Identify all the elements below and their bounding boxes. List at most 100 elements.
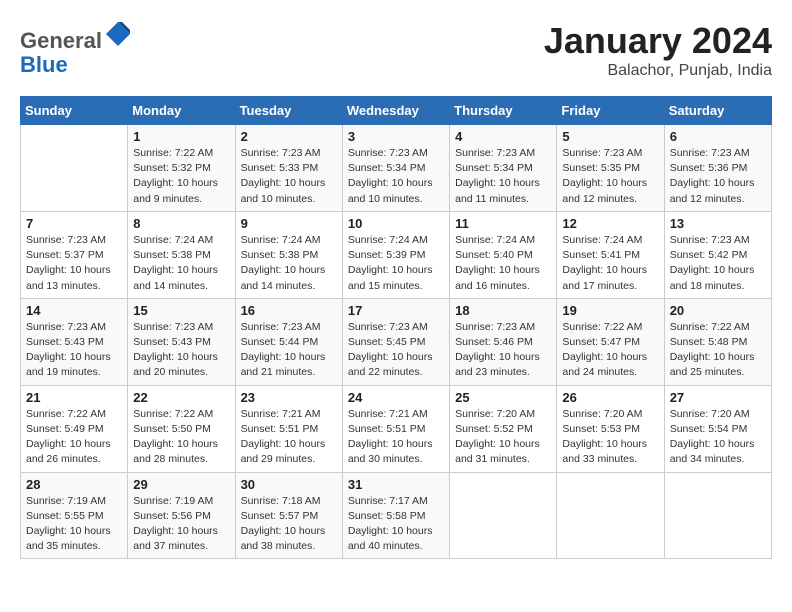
day-info: Sunrise: 7:23 AM Sunset: 5:45 PM Dayligh… <box>348 320 444 381</box>
day-of-week-header: Sunday <box>21 97 128 125</box>
day-number: 15 <box>133 303 229 318</box>
day-number: 6 <box>670 129 766 144</box>
calendar-cell: 12 Sunrise: 7:24 AM Sunset: 5:41 PM Dayli… <box>557 211 664 298</box>
calendar-table: SundayMondayTuesdayWednesdayThursdayFrid… <box>20 96 772 559</box>
calendar-cell: 3Sunrise: 7:23 AM Sunset: 5:34 PM Daylig… <box>342 125 449 212</box>
day-of-week-header: Saturday <box>664 97 771 125</box>
day-number: 23 <box>241 390 337 405</box>
day-info: Sunrise: 7:21 AM Sunset: 5:51 PM Dayligh… <box>348 407 444 468</box>
calendar-cell: 23 Sunrise: 7:21 AM Sunset: 5:51 PM Dayli… <box>235 385 342 472</box>
day-number: 19 <box>562 303 658 318</box>
calendar-cell: 16 Sunrise: 7:23 AM Sunset: 5:44 PM Dayli… <box>235 298 342 385</box>
day-info: Sunrise: 7:22 AM Sunset: 5:47 PM Dayligh… <box>562 320 658 381</box>
day-info: Sunrise: 7:17 AM Sunset: 5:58 PM Dayligh… <box>348 494 444 555</box>
day-number: 9 <box>241 216 337 231</box>
day-number: 28 <box>26 477 122 492</box>
day-number: 30 <box>241 477 337 492</box>
calendar-cell: 28 Sunrise: 7:19 AM Sunset: 5:55 PM Dayli… <box>21 472 128 559</box>
calendar-cell: 25Sunrise: 7:20 AM Sunset: 5:52 PM Dayli… <box>450 385 557 472</box>
day-of-week-header: Friday <box>557 97 664 125</box>
logo: General Blue <box>20 20 132 77</box>
day-number: 18 <box>455 303 551 318</box>
calendar-cell <box>450 472 557 559</box>
calendar-cell: 22 Sunrise: 7:22 AM Sunset: 5:50 PM Dayli… <box>128 385 235 472</box>
logo-general-text: General <box>20 28 102 53</box>
calendar-cell: 1Sunrise: 7:22 AM Sunset: 5:32 PM Daylig… <box>128 125 235 212</box>
day-number: 3 <box>348 129 444 144</box>
calendar-cell: 17 Sunrise: 7:23 AM Sunset: 5:45 PM Dayli… <box>342 298 449 385</box>
page-header: General Blue January 2024 Balachor, Punj… <box>20 20 772 80</box>
calendar-cell: 31 Sunrise: 7:17 AM Sunset: 5:58 PM Dayli… <box>342 472 449 559</box>
day-number: 22 <box>133 390 229 405</box>
calendar-cell: 18 Sunrise: 7:23 AM Sunset: 5:46 PM Dayli… <box>450 298 557 385</box>
calendar-cell: 19 Sunrise: 7:22 AM Sunset: 5:47 PM Dayli… <box>557 298 664 385</box>
day-info: Sunrise: 7:19 AM Sunset: 5:55 PM Dayligh… <box>26 494 122 555</box>
day-number: 31 <box>348 477 444 492</box>
day-number: 27 <box>670 390 766 405</box>
calendar-week-row: 28 Sunrise: 7:19 AM Sunset: 5:55 PM Dayli… <box>21 472 772 559</box>
day-info: Sunrise: 7:23 AM Sunset: 5:33 PM Dayligh… <box>241 146 337 207</box>
day-info: Sunrise: 7:23 AM Sunset: 5:43 PM Dayligh… <box>133 320 229 381</box>
day-info: Sunrise: 7:20 AM Sunset: 5:54 PM Dayligh… <box>670 407 766 468</box>
day-info: Sunrise: 7:23 AM Sunset: 5:36 PM Dayligh… <box>670 146 766 207</box>
day-number: 4 <box>455 129 551 144</box>
day-info: Sunrise: 7:23 AM Sunset: 5:44 PM Dayligh… <box>241 320 337 381</box>
day-number: 13 <box>670 216 766 231</box>
day-info: Sunrise: 7:20 AM Sunset: 5:52 PM Dayligh… <box>455 407 551 468</box>
day-number: 21 <box>26 390 122 405</box>
day-info: Sunrise: 7:20 AM Sunset: 5:53 PM Dayligh… <box>562 407 658 468</box>
day-info: Sunrise: 7:22 AM Sunset: 5:49 PM Dayligh… <box>26 407 122 468</box>
calendar-cell: 30Sunrise: 7:18 AM Sunset: 5:57 PM Dayli… <box>235 472 342 559</box>
day-number: 17 <box>348 303 444 318</box>
calendar-cell: 8 Sunrise: 7:24 AM Sunset: 5:38 PM Daylig… <box>128 211 235 298</box>
day-info: Sunrise: 7:23 AM Sunset: 5:43 PM Dayligh… <box>26 320 122 381</box>
calendar-cell: 9 Sunrise: 7:24 AM Sunset: 5:38 PM Daylig… <box>235 211 342 298</box>
day-info: Sunrise: 7:24 AM Sunset: 5:38 PM Dayligh… <box>133 233 229 294</box>
day-info: Sunrise: 7:23 AM Sunset: 5:46 PM Dayligh… <box>455 320 551 381</box>
day-number: 8 <box>133 216 229 231</box>
day-number: 1 <box>133 129 229 144</box>
calendar-cell: 21 Sunrise: 7:22 AM Sunset: 5:49 PM Dayli… <box>21 385 128 472</box>
day-number: 16 <box>241 303 337 318</box>
title-block: January 2024 Balachor, Punjab, India <box>544 20 772 80</box>
day-of-week-header: Tuesday <box>235 97 342 125</box>
day-number: 14 <box>26 303 122 318</box>
day-number: 2 <box>241 129 337 144</box>
day-of-week-header: Wednesday <box>342 97 449 125</box>
day-info: Sunrise: 7:24 AM Sunset: 5:38 PM Dayligh… <box>241 233 337 294</box>
day-info: Sunrise: 7:24 AM Sunset: 5:41 PM Dayligh… <box>562 233 658 294</box>
calendar-cell: 29 Sunrise: 7:19 AM Sunset: 5:56 PM Dayli… <box>128 472 235 559</box>
day-number: 5 <box>562 129 658 144</box>
logo-blue-text: Blue <box>20 52 68 77</box>
calendar-cell: 24 Sunrise: 7:21 AM Sunset: 5:51 PM Dayli… <box>342 385 449 472</box>
day-info: Sunrise: 7:24 AM Sunset: 5:40 PM Dayligh… <box>455 233 551 294</box>
day-info: Sunrise: 7:23 AM Sunset: 5:42 PM Dayligh… <box>670 233 766 294</box>
calendar-week-row: 7Sunrise: 7:23 AM Sunset: 5:37 PM Daylig… <box>21 211 772 298</box>
calendar-cell: 11 Sunrise: 7:24 AM Sunset: 5:40 PM Dayli… <box>450 211 557 298</box>
calendar-header-row: SundayMondayTuesdayWednesdayThursdayFrid… <box>21 97 772 125</box>
calendar-cell <box>557 472 664 559</box>
day-info: Sunrise: 7:23 AM Sunset: 5:34 PM Dayligh… <box>455 146 551 207</box>
calendar-week-row: 1Sunrise: 7:22 AM Sunset: 5:32 PM Daylig… <box>21 125 772 212</box>
calendar-cell: 10Sunrise: 7:24 AM Sunset: 5:39 PM Dayli… <box>342 211 449 298</box>
calendar-cell <box>21 125 128 212</box>
day-of-week-header: Monday <box>128 97 235 125</box>
calendar-cell: 27 Sunrise: 7:20 AM Sunset: 5:54 PM Dayli… <box>664 385 771 472</box>
day-number: 11 <box>455 216 551 231</box>
day-number: 29 <box>133 477 229 492</box>
calendar-cell: 13 Sunrise: 7:23 AM Sunset: 5:42 PM Dayli… <box>664 211 771 298</box>
day-number: 12 <box>562 216 658 231</box>
calendar-week-row: 14 Sunrise: 7:23 AM Sunset: 5:43 PM Dayli… <box>21 298 772 385</box>
day-number: 7 <box>26 216 122 231</box>
calendar-cell: 20Sunrise: 7:22 AM Sunset: 5:48 PM Dayli… <box>664 298 771 385</box>
day-info: Sunrise: 7:22 AM Sunset: 5:50 PM Dayligh… <box>133 407 229 468</box>
calendar-cell: 15 Sunrise: 7:23 AM Sunset: 5:43 PM Dayli… <box>128 298 235 385</box>
calendar-title: January 2024 <box>544 20 772 62</box>
day-info: Sunrise: 7:19 AM Sunset: 5:56 PM Dayligh… <box>133 494 229 555</box>
calendar-cell: 26Sunrise: 7:20 AM Sunset: 5:53 PM Dayli… <box>557 385 664 472</box>
calendar-subtitle: Balachor, Punjab, India <box>544 62 772 80</box>
day-number: 24 <box>348 390 444 405</box>
day-info: Sunrise: 7:21 AM Sunset: 5:51 PM Dayligh… <box>241 407 337 468</box>
calendar-cell: 5Sunrise: 7:23 AM Sunset: 5:35 PM Daylig… <box>557 125 664 212</box>
calendar-cell: 2 Sunrise: 7:23 AM Sunset: 5:33 PM Daylig… <box>235 125 342 212</box>
